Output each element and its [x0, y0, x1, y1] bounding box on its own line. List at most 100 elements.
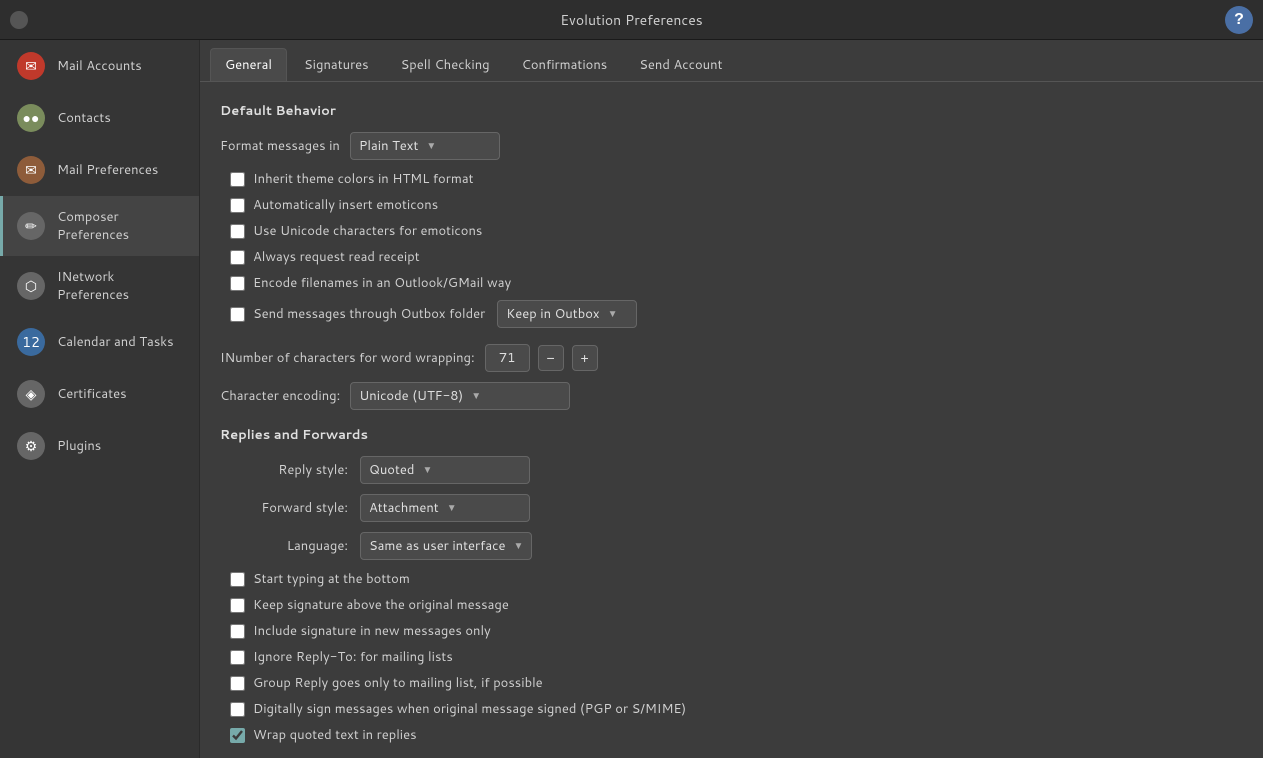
- sidebar-item-network-preferences[interactable]: ⬡ INetwork Preferences: [0, 256, 199, 316]
- read-receipt-label: Always request read receipt: [253, 248, 420, 266]
- group-reply-label: Group Reply goes only to mailing list, i…: [253, 674, 543, 692]
- word-wrap-row: INumber of characters for word wrapping:…: [220, 344, 1243, 372]
- content-area: GeneralSignaturesSpell CheckingConfirmat…: [200, 40, 1263, 758]
- plus-icon: +: [581, 350, 589, 366]
- language-label: Language:: [230, 537, 360, 555]
- sig-new-only-label: Include signature in new messages only: [253, 622, 491, 640]
- encoding-value: Unicode (UTF-8): [359, 387, 463, 405]
- start-bottom-label: Start typing at the bottom: [253, 570, 410, 588]
- window-title: Evolution Preferences: [560, 10, 702, 30]
- forward-style-dropdown-arrow: ▼: [447, 501, 457, 515]
- tab-general[interactable]: General: [210, 48, 287, 81]
- group-reply-checkbox[interactable]: [230, 676, 245, 691]
- outbox-dropdown[interactable]: Keep in Outbox ▼: [497, 300, 637, 328]
- tab-signatures[interactable]: Signatures: [289, 48, 384, 81]
- unicode-emoticons-checkbox[interactable]: [230, 224, 245, 239]
- format-row: Format messages in Plain Text ▼: [220, 132, 1243, 160]
- outbox-folder-label: Send messages through Outbox folder: [253, 305, 485, 323]
- settings-content: Default Behavior Format messages in Plai…: [200, 82, 1263, 758]
- encoding-dropdown[interactable]: Unicode (UTF-8) ▼: [350, 382, 570, 410]
- sig-above-checkbox[interactable]: [230, 598, 245, 613]
- certificates-icon: ◈: [17, 380, 45, 408]
- language-row: Language: Same as user interface ▼: [220, 532, 1243, 560]
- encode-filenames-row: Encode filenames in an Outlook/GMail way: [220, 274, 1243, 292]
- digital-sign-row: Digitally sign messages when original me…: [220, 700, 1243, 718]
- read-receipt-checkbox[interactable]: [230, 250, 245, 265]
- replies-forwards-section: Replies and Forwards Reply style: Quoted…: [220, 426, 1243, 744]
- sig-new-only-checkbox[interactable]: [230, 624, 245, 639]
- sig-above-label: Keep signature above the original messag…: [253, 596, 509, 614]
- sidebar-item-mail-accounts[interactable]: ✉ Mail Accounts: [0, 40, 199, 92]
- sidebar-item-plugins[interactable]: ⚙Plugins: [0, 420, 199, 472]
- word-wrap-decrease[interactable]: −: [538, 345, 564, 371]
- tab-spell-checking[interactable]: Spell Checking: [386, 48, 505, 81]
- tabs-bar: GeneralSignaturesSpell CheckingConfirmat…: [200, 40, 1263, 82]
- composer-preferences-icon: ✏: [17, 212, 45, 240]
- auto-emoticons-label: Automatically insert emoticons: [253, 196, 438, 214]
- mail-preferences-label: Mail Preferences: [57, 161, 158, 179]
- format-dropdown[interactable]: Plain Text ▼: [350, 132, 500, 160]
- unicode-emoticons-label: Use Unicode characters for emoticons: [253, 222, 482, 240]
- auto-emoticons-checkbox[interactable]: [230, 198, 245, 213]
- ignore-reply-to-row: Ignore Reply-To: for mailing lists: [220, 648, 1243, 666]
- word-wrap-value: 71: [485, 344, 530, 372]
- wrap-quoted-label: Wrap quoted text in replies: [253, 726, 417, 744]
- read-receipt-row: Always request read receipt: [220, 248, 1243, 266]
- encode-filenames-label: Encode filenames in an Outlook/GMail way: [253, 274, 511, 292]
- encoding-row: Character encoding: Unicode (UTF-8) ▼: [220, 382, 1243, 410]
- plugins-icon: ⚙: [17, 432, 45, 460]
- replies-forwards-title: Replies and Forwards: [220, 426, 1243, 444]
- format-dropdown-arrow: ▼: [426, 139, 436, 153]
- tab-confirmations[interactable]: Confirmations: [507, 48, 623, 81]
- tab-send-account[interactable]: Send Account: [624, 48, 737, 81]
- encoding-dropdown-arrow: ▼: [471, 389, 481, 403]
- language-dropdown[interactable]: Same as user interface ▼: [360, 532, 532, 560]
- default-behavior-section: Default Behavior Format messages in Plai…: [220, 102, 1243, 410]
- ignore-reply-to-checkbox[interactable]: [230, 650, 245, 665]
- mail-accounts-label: Mail Accounts: [57, 57, 142, 75]
- sidebar-item-mail-preferences[interactable]: ✉Mail Preferences: [0, 144, 199, 196]
- outbox-folder-row: Send messages through Outbox folder Keep…: [220, 300, 1243, 328]
- word-wrap-increase[interactable]: +: [572, 345, 598, 371]
- auto-emoticons-row: Automatically insert emoticons: [220, 196, 1243, 214]
- sidebar-item-composer-preferences[interactable]: ✏Composer Preferences: [0, 196, 199, 256]
- certificates-label: Certificates: [57, 385, 127, 403]
- help-button[interactable]: ?: [1225, 6, 1253, 34]
- encode-filenames-checkbox[interactable]: [230, 276, 245, 291]
- outbox-dropdown-arrow: ▼: [608, 307, 618, 321]
- inherit-theme-checkbox[interactable]: [230, 172, 245, 187]
- calendar-tasks-label: Calendar and Tasks: [57, 333, 174, 351]
- forward-style-dropdown[interactable]: Attachment ▼: [360, 494, 530, 522]
- reply-style-dropdown-arrow: ▼: [422, 463, 432, 477]
- titlebar: Evolution Preferences ?: [0, 0, 1263, 40]
- wrap-quoted-row: Wrap quoted text in replies: [220, 726, 1243, 744]
- default-behavior-title: Default Behavior: [220, 102, 1243, 120]
- language-value: Same as user interface: [369, 537, 505, 555]
- contacts-label: Contacts: [57, 109, 111, 127]
- wrap-quoted-checkbox[interactable]: [230, 728, 245, 743]
- sidebar-item-calendar-tasks[interactable]: 12Calendar and Tasks: [0, 316, 199, 368]
- reply-style-dropdown[interactable]: Quoted ▼: [360, 456, 530, 484]
- minus-icon: −: [547, 350, 555, 366]
- reply-style-label: Reply style:: [230, 461, 360, 479]
- close-button[interactable]: [10, 11, 28, 29]
- format-label: Format messages in: [220, 137, 340, 155]
- help-icon: ?: [1234, 11, 1244, 29]
- digital-sign-checkbox[interactable]: [230, 702, 245, 717]
- sig-new-only-row: Include signature in new messages only: [220, 622, 1243, 640]
- inherit-theme-label: Inherit theme colors in HTML format: [253, 170, 474, 188]
- encoding-label: Character encoding:: [220, 387, 340, 405]
- start-bottom-checkbox[interactable]: [230, 572, 245, 587]
- network-preferences-label: INetwork Preferences: [57, 268, 185, 304]
- network-preferences-icon: ⬡: [17, 272, 45, 300]
- sidebar-item-certificates[interactable]: ◈ Certificates: [0, 368, 199, 420]
- sidebar-item-contacts[interactable]: ●● Contacts: [0, 92, 199, 144]
- word-wrap-input-group: 71 − +: [485, 344, 598, 372]
- contacts-icon: ●●: [17, 104, 45, 132]
- mail-accounts-icon: ✉: [17, 52, 45, 80]
- outbox-folder-checkbox[interactable]: [230, 307, 245, 322]
- main-layout: ✉ Mail Accounts ●● Contacts ✉Mail Preference…: [0, 40, 1263, 758]
- outbox-dropdown-value: Keep in Outbox: [506, 305, 599, 323]
- reply-style-row: Reply style: Quoted ▼: [220, 456, 1243, 484]
- format-dropdown-value: Plain Text: [359, 137, 418, 155]
